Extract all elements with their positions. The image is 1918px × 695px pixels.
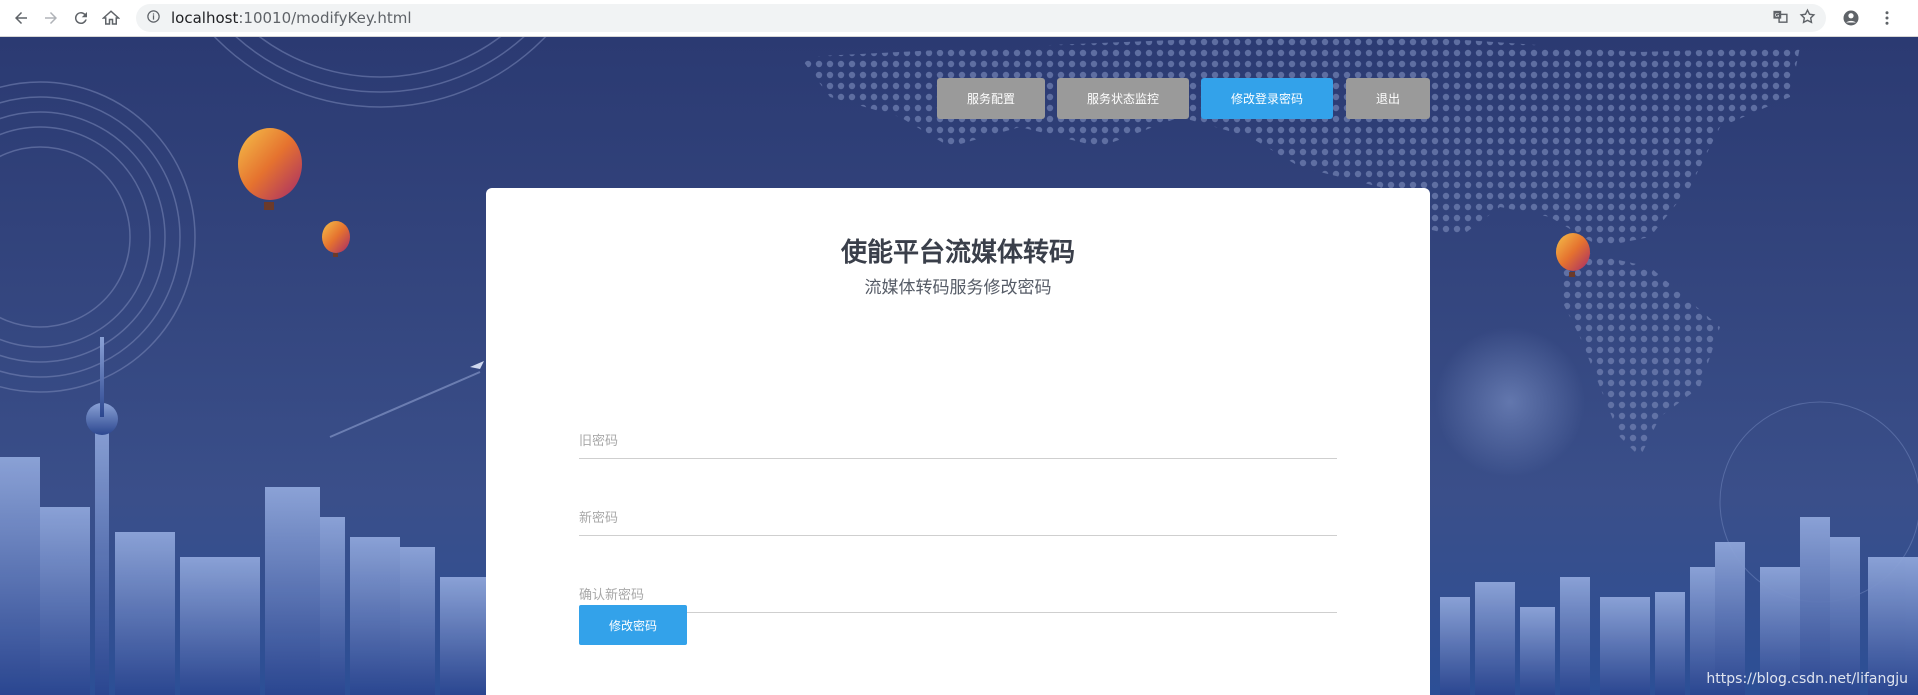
reload-button[interactable] xyxy=(66,3,96,33)
nav-service-config-button[interactable]: 服务配置 xyxy=(937,78,1045,119)
account-icon xyxy=(1843,10,1859,26)
new-password-input[interactable] xyxy=(579,495,1337,535)
svg-text:G: G xyxy=(1775,13,1779,19)
forward-arrow-icon xyxy=(45,12,57,24)
new-password-field xyxy=(579,495,1337,536)
menu-button[interactable] xyxy=(1872,3,1902,33)
confirm-password-field xyxy=(579,572,1337,613)
url-path: :10010/modifyKey.html xyxy=(238,9,412,27)
old-password-field xyxy=(579,418,1337,459)
home-button[interactable] xyxy=(96,3,126,33)
top-navigation: 服务配置 服务状态监控 修改登录密码 退出 xyxy=(0,78,1918,119)
card-subtitle: 流媒体转码服务修改密码 xyxy=(864,278,1052,298)
change-password-card: 使能平台流媒体转码 流媒体转码服务修改密码 修改密码 xyxy=(486,188,1430,695)
kebab-menu-icon xyxy=(1885,11,1889,25)
card-title: 使能平台流媒体转码 xyxy=(840,238,1075,268)
home-icon xyxy=(102,10,120,25)
reload-icon xyxy=(74,12,87,25)
old-password-input[interactable] xyxy=(579,418,1337,458)
confirm-password-input[interactable] xyxy=(579,572,1337,612)
watermark-text: https://blog.csdn.net/lifangju xyxy=(1706,671,1908,687)
nav-service-monitor-button[interactable]: 服务状态监控 xyxy=(1057,78,1189,119)
nav-logout-button[interactable]: 退出 xyxy=(1346,78,1430,119)
page-background: 服务配置 服务状态监控 修改登录密码 退出 使能平台流媒体转码 流媒体转码服务修… xyxy=(0,37,1918,695)
browser-toolbar: localhost:10010/modifyKey.html G xyxy=(0,0,1918,37)
change-password-submit-button[interactable]: 修改密码 xyxy=(579,605,687,645)
info-icon[interactable] xyxy=(146,9,161,28)
back-arrow-icon xyxy=(15,12,27,24)
url-text[interactable]: localhost:10010/modifyKey.html xyxy=(171,9,412,27)
nav-change-password-button[interactable]: 修改登录密码 xyxy=(1201,78,1333,119)
address-bar[interactable]: localhost:10010/modifyKey.html G xyxy=(136,4,1826,32)
back-button[interactable] xyxy=(6,3,36,33)
forward-button[interactable] xyxy=(36,3,66,33)
translate-icon[interactable]: G xyxy=(1772,8,1789,29)
url-host: localhost xyxy=(171,9,239,27)
profile-button[interactable] xyxy=(1836,3,1866,33)
bookmark-star-icon[interactable] xyxy=(1799,7,1816,29)
